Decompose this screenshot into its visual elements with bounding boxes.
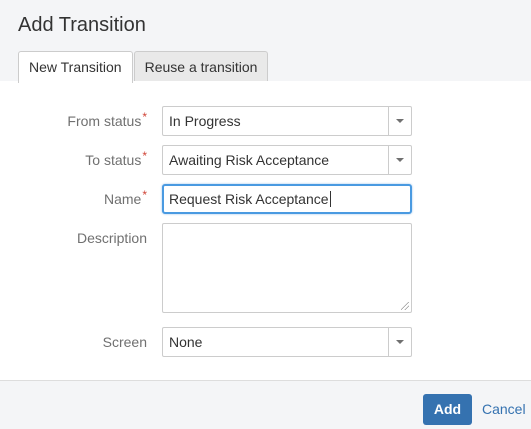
screen-label-text: Screen bbox=[102, 334, 147, 350]
from-status-value: In Progress bbox=[169, 113, 241, 129]
from-status-select[interactable]: In Progress bbox=[162, 106, 412, 136]
dialog-header: Add Transition New Transition Reuse a tr… bbox=[0, 0, 531, 83]
tab-reuse-transition[interactable]: Reuse a transition bbox=[133, 51, 269, 82]
tab-bar: New Transition Reuse a transition bbox=[18, 51, 269, 83]
resize-handle-icon[interactable] bbox=[401, 302, 409, 310]
dialog-title: Add Transition bbox=[18, 14, 146, 36]
required-marker: * bbox=[142, 188, 147, 202]
cancel-link[interactable]: Cancel bbox=[482, 394, 526, 425]
name-input-value: Request Risk Acceptance bbox=[169, 191, 329, 207]
add-button[interactable]: Add bbox=[423, 394, 472, 425]
tab-new-transition[interactable]: New Transition bbox=[18, 51, 133, 83]
text-caret bbox=[329, 191, 331, 207]
name-label: Name* bbox=[103, 188, 147, 207]
screen-label: Screen bbox=[103, 334, 147, 350]
required-marker: * bbox=[142, 149, 147, 163]
name-input[interactable]: Request Risk Acceptance bbox=[162, 184, 412, 214]
screen-select[interactable]: None bbox=[162, 327, 412, 357]
to-status-label-text: To status bbox=[85, 152, 142, 168]
to-status-value: Awaiting Risk Acceptance bbox=[169, 152, 330, 168]
to-status-label: To status* bbox=[85, 149, 147, 168]
description-textarea[interactable] bbox=[162, 223, 412, 313]
to-status-select[interactable]: Awaiting Risk Acceptance bbox=[162, 145, 412, 175]
from-status-label-text: From status bbox=[67, 113, 142, 129]
form-panel: From status* In Progress To status* Awai… bbox=[0, 81, 531, 381]
add-transition-dialog: Add Transition New Transition Reuse a tr… bbox=[0, 0, 531, 429]
chevron-down-icon[interactable] bbox=[388, 107, 411, 135]
description-label: Description bbox=[77, 230, 147, 246]
description-label-text: Description bbox=[76, 230, 147, 246]
chevron-down-icon[interactable] bbox=[388, 146, 411, 174]
screen-value: None bbox=[169, 334, 203, 350]
name-label-text: Name bbox=[103, 191, 142, 207]
chevron-down-icon[interactable] bbox=[388, 328, 411, 356]
dialog-footer: Add Cancel bbox=[0, 381, 531, 429]
required-marker: * bbox=[142, 110, 147, 124]
from-status-label: From status* bbox=[67, 110, 147, 129]
